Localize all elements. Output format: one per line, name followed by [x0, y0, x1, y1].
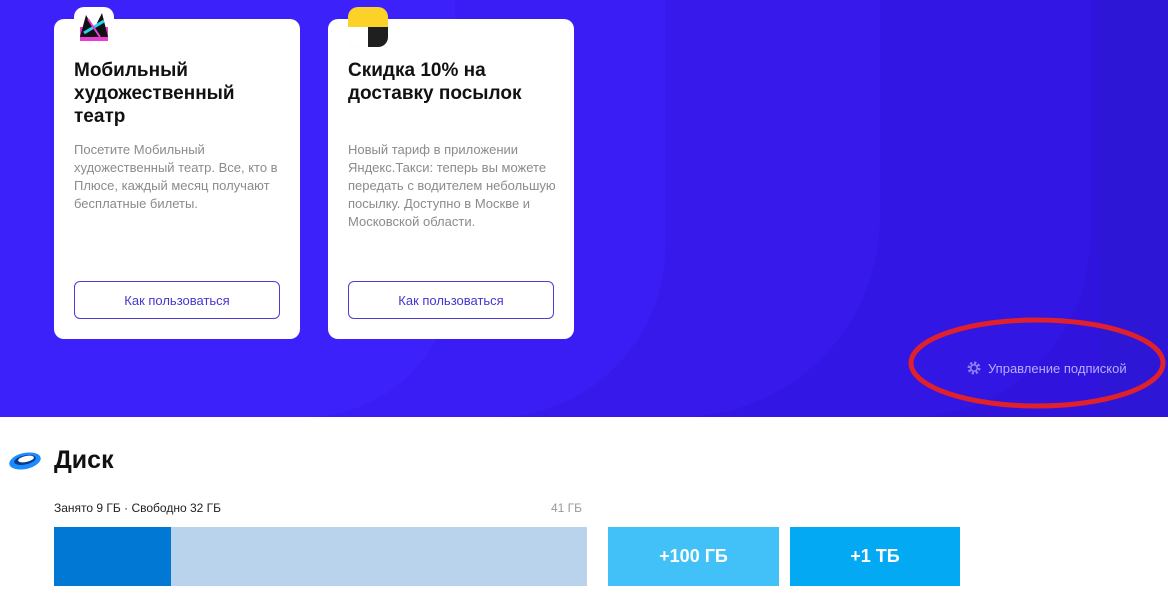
- disk-usage-fill: [54, 527, 171, 586]
- disk-usage-text: Занято 9 ГБ · Свободно 32 ГБ: [54, 501, 222, 515]
- manage-subscription-link[interactable]: Управление подпиской: [966, 360, 1127, 376]
- yandex-disk-icon: [9, 451, 41, 470]
- disk-usage-bar: [54, 527, 587, 586]
- promo-card-theatre: Мобильный художественный театр Посетите …: [54, 7, 300, 339]
- buy-100gb-button[interactable]: +100 ГБ: [608, 527, 779, 586]
- manage-subscription-label: Управление подпиской: [988, 360, 1127, 376]
- card-title: Мобильный художественный театр: [74, 60, 235, 127]
- card-description: Новый тариф в приложении Яндекс.Такси: т…: [348, 142, 556, 229]
- mxat-logo-icon: [74, 7, 114, 47]
- promo-card-delivery: Скидка 10% на доставку посылок Новый тар…: [328, 7, 574, 339]
- disk-title: Диск: [54, 446, 114, 474]
- plus-hero: Мобильный художественный театр Посетите …: [0, 0, 1168, 417]
- disk-total-text: 41 ГБ: [551, 501, 583, 515]
- how-to-use-button[interactable]: Как пользоваться: [348, 281, 554, 319]
- how-to-use-button[interactable]: Как пользоваться: [74, 281, 280, 319]
- card-title: Скидка 10% на доставку посылок: [348, 60, 522, 104]
- gear-icon: [967, 361, 981, 375]
- buy-1tb-button[interactable]: +1 ТБ: [790, 527, 960, 586]
- disk-header: Диск: [8, 446, 114, 475]
- card-description: Посетите Мобильный художественный театр.…: [74, 142, 278, 211]
- yandex-taxi-icon: [348, 7, 388, 47]
